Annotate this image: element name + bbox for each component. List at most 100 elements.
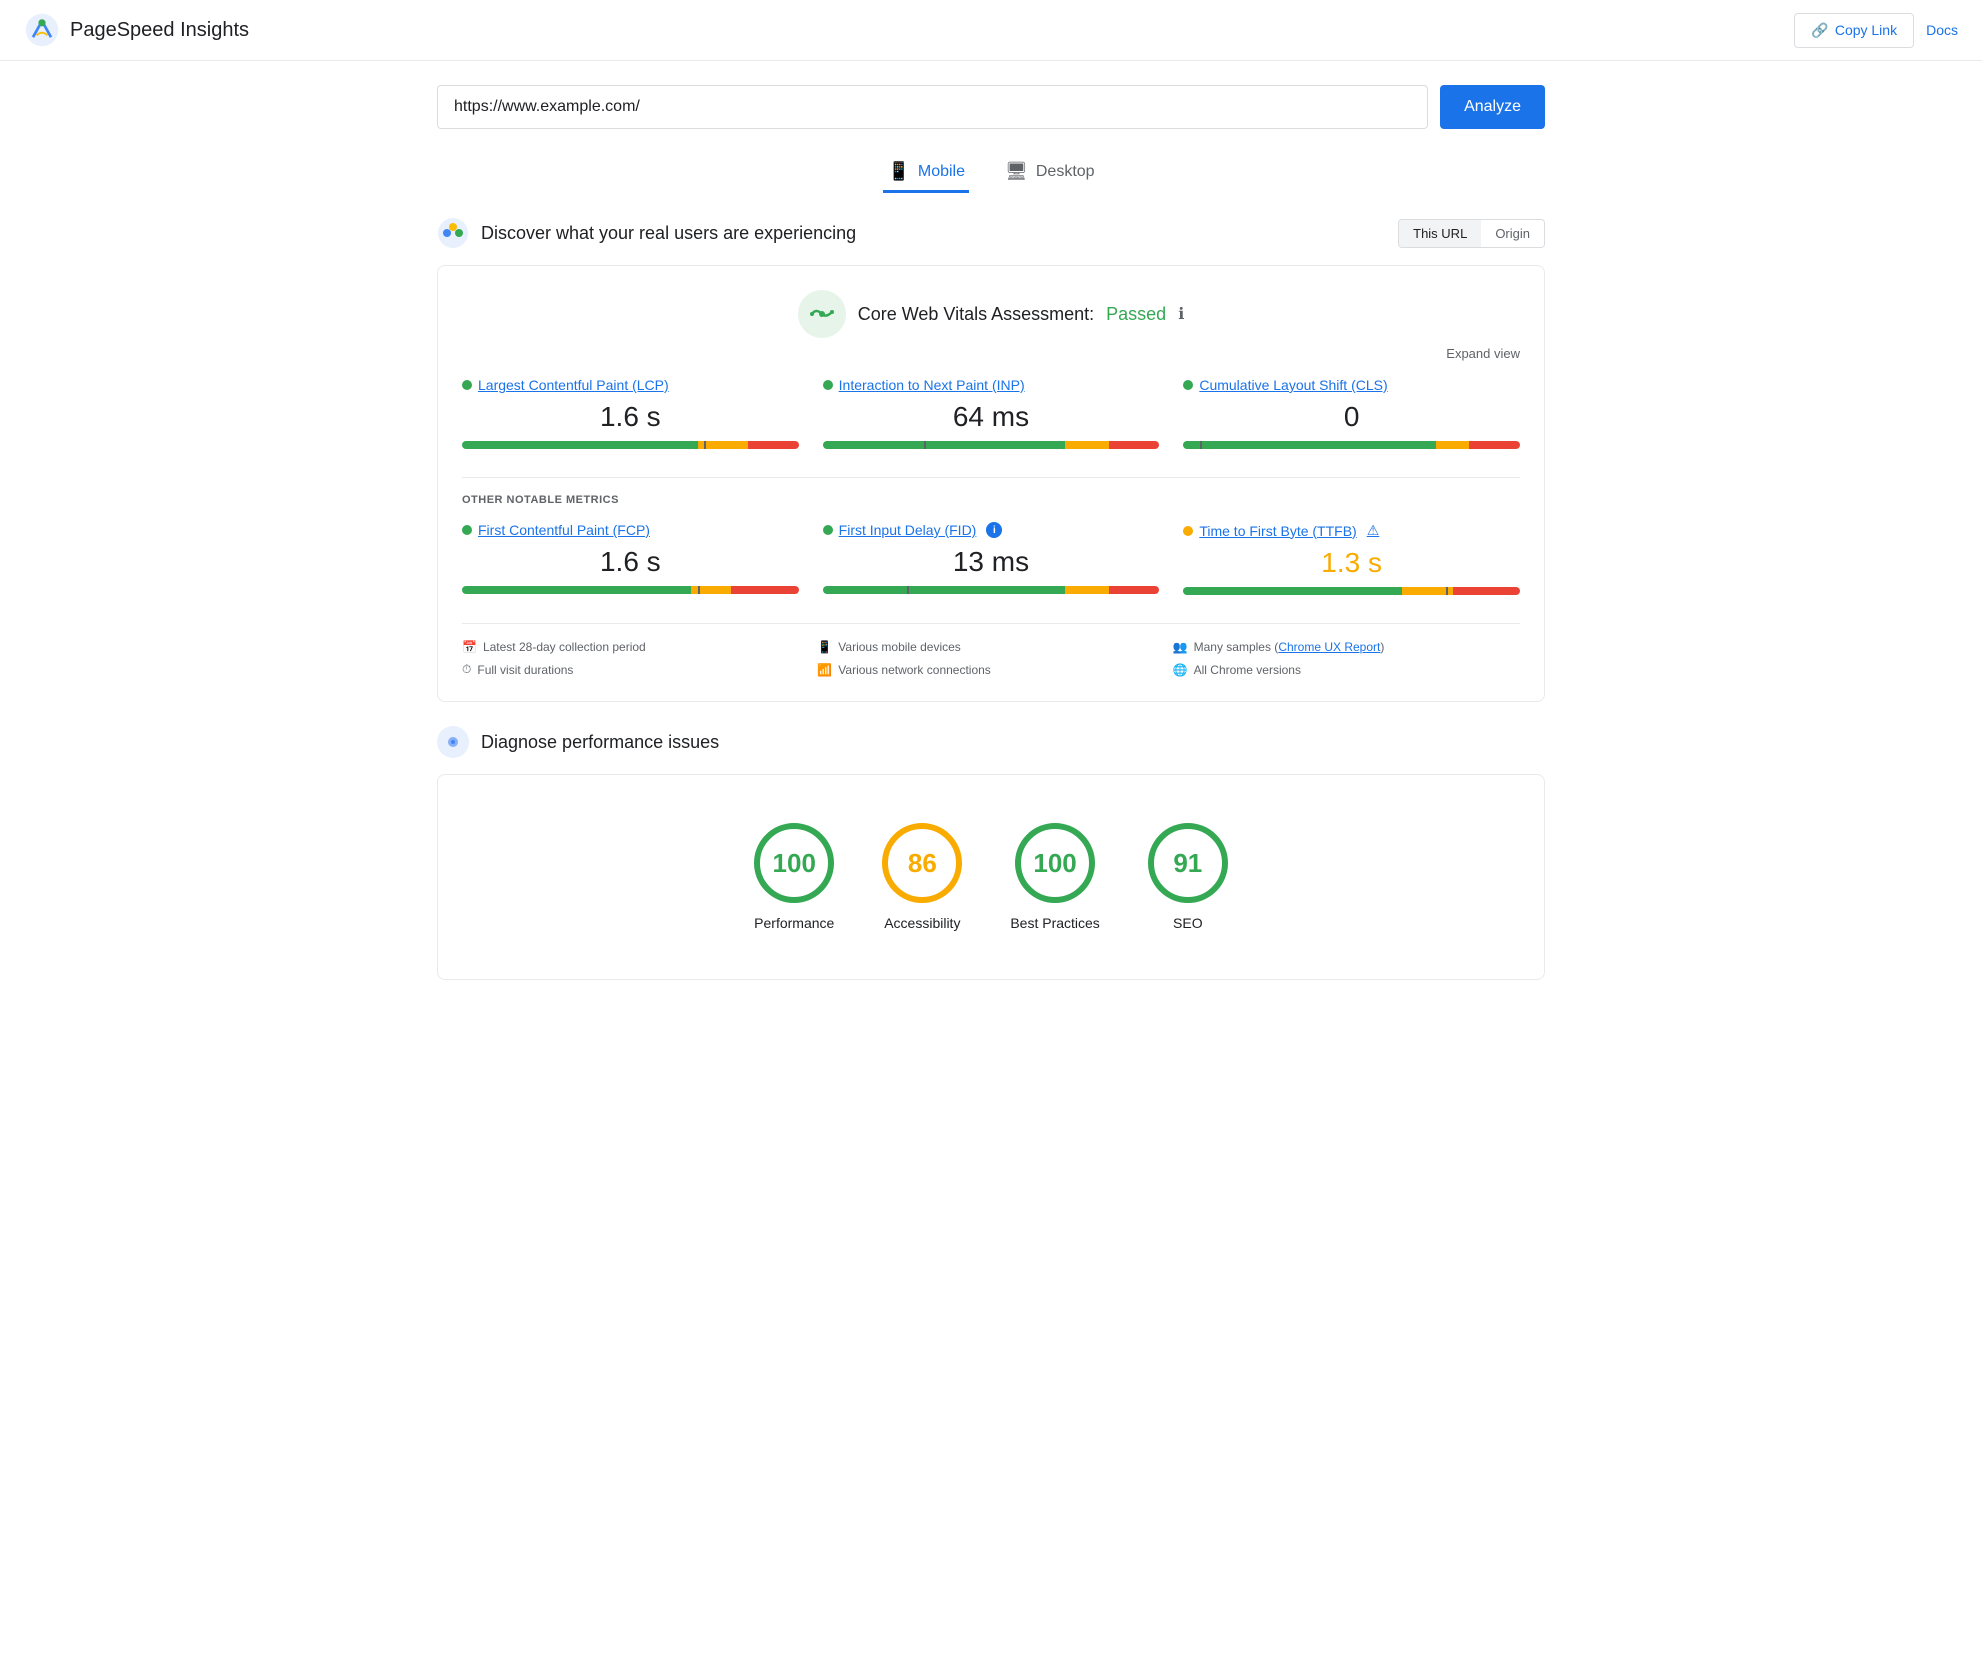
analyze-button[interactable]: Analyze [1440, 85, 1545, 129]
this-url-button[interactable]: This URL [1399, 220, 1481, 247]
cwv-metrics-grid: Largest Contentful Paint (LCP) 1.6 s Int… [462, 377, 1520, 453]
fid-label[interactable]: First Input Delay (FID) i [823, 522, 1160, 538]
fcp-label[interactable]: First Contentful Paint (FCP) [462, 522, 799, 538]
inp-label[interactable]: Interaction to Next Paint (INP) [823, 377, 1160, 393]
calendar-icon: 📅 [462, 640, 477, 654]
fid-status-dot [823, 525, 833, 535]
cls-metric: Cumulative Layout Shift (CLS) 0 [1183, 377, 1520, 453]
cls-marker [1200, 441, 1202, 449]
fid-metric: First Input Delay (FID) i 13 ms [823, 522, 1160, 599]
inp-bar-bg [823, 441, 1160, 449]
url-input[interactable] [437, 85, 1428, 129]
fid-bar [823, 586, 1160, 594]
crux-section-header: Discover what your real users are experi… [437, 217, 1545, 249]
inp-value: 64 ms [823, 401, 1160, 433]
fcp-value: 1.6 s [462, 546, 799, 578]
cwv-title: Core Web Vitals Assessment: [858, 304, 1094, 325]
best-practices-score-label: Best Practices [1010, 915, 1099, 931]
header-right: 🔗 Copy Link Docs [1794, 13, 1958, 48]
lcp-bar [462, 441, 799, 449]
ttfb-status-dot [1183, 526, 1193, 536]
scores-card: 100 Performance 86 Accessibility 100 Bes… [437, 774, 1545, 980]
mobile-device-icon: 📱 [817, 640, 832, 654]
footer-info-collection: 📅 Latest 28-day collection period [462, 640, 809, 654]
network-icon: 📶 [817, 663, 832, 677]
url-origin-toggle: This URL Origin [1398, 219, 1545, 248]
origin-button[interactable]: Origin [1481, 220, 1544, 247]
tab-mobile[interactable]: 📱 Mobile [883, 153, 969, 193]
footer-info-devices: 📱 Various mobile devices [817, 640, 1164, 654]
expand-view-link[interactable]: Expand view [462, 346, 1520, 361]
seo-score-circle: 91 [1148, 823, 1228, 903]
accessibility-score-circle: 86 [882, 823, 962, 903]
url-bar: Analyze [437, 85, 1545, 129]
other-metrics-section: OTHER NOTABLE METRICS First Contentful P… [462, 477, 1520, 599]
footer-info-visits: ⏱ Full visit durations [462, 662, 809, 677]
ttfb-marker [1446, 587, 1448, 595]
cwv-card: Core Web Vitals Assessment: Passed ℹ Exp… [437, 265, 1545, 702]
crux-title-area: Discover what your real users are experi… [437, 217, 856, 249]
fid-value: 13 ms [823, 546, 1160, 578]
lcp-marker [704, 441, 706, 449]
ttfb-value: 1.3 s [1183, 547, 1520, 579]
crux-section-title: Discover what your real users are experi… [481, 223, 856, 244]
crux-icon [437, 217, 469, 249]
performance-score-item: 100 Performance [754, 823, 834, 931]
fcp-marker [698, 586, 700, 594]
footer-info-chrome: 🌐 All Chrome versions [1173, 662, 1520, 677]
other-metrics-grid: First Contentful Paint (FCP) 1.6 s [462, 522, 1520, 599]
fcp-bar [462, 586, 799, 594]
clock-icon: ⏱ [462, 662, 471, 677]
diagnose-title: Diagnose performance issues [481, 732, 719, 753]
link-icon: 🔗 [1811, 22, 1828, 39]
header-left: PageSpeed Insights [24, 12, 249, 48]
seo-score-item: 91 SEO [1148, 823, 1228, 931]
copy-link-button[interactable]: 🔗 Copy Link [1794, 13, 1914, 48]
cwv-header: Core Web Vitals Assessment: Passed ℹ [462, 290, 1520, 338]
ttfb-metric: Time to First Byte (TTFB) ⚠ 1.3 s [1183, 522, 1520, 599]
lcp-value: 1.6 s [462, 401, 799, 433]
fcp-metric: First Contentful Paint (FCP) 1.6 s [462, 522, 799, 599]
main-content: Analyze 📱 Mobile 🖥 Desktop Discover what… [421, 61, 1561, 1028]
chrome-ux-report-link[interactable]: Chrome UX Report [1278, 640, 1380, 654]
ttfb-warning-icon: ⚠ [1367, 522, 1380, 539]
footer-info-network: 📶 Various network connections [817, 662, 1164, 677]
inp-bar [823, 441, 1160, 449]
diagnose-header: Diagnose performance issues [437, 726, 1545, 758]
tab-desktop[interactable]: 🖥 Desktop [1001, 153, 1099, 193]
lcp-bar-bg [462, 441, 799, 449]
footer-info-samples: 👥 Many samples (Chrome UX Report) [1173, 640, 1520, 654]
accessibility-score-label: Accessibility [884, 915, 960, 931]
fid-marker [907, 586, 909, 594]
lcp-metric: Largest Contentful Paint (LCP) 1.6 s [462, 377, 799, 453]
cls-label[interactable]: Cumulative Layout Shift (CLS) [1183, 377, 1520, 393]
fcp-status-dot [462, 525, 472, 535]
inp-status-dot [823, 380, 833, 390]
app-title: PageSpeed Insights [70, 19, 249, 42]
accessibility-score-item: 86 Accessibility [882, 823, 962, 931]
scores-grid: 100 Performance 86 Accessibility 100 Bes… [462, 799, 1520, 955]
cwv-status: Passed [1106, 304, 1166, 325]
ttfb-label[interactable]: Time to First Byte (TTFB) ⚠ [1183, 522, 1520, 539]
cls-status-dot [1183, 380, 1193, 390]
lcp-status-dot [462, 380, 472, 390]
footer-info-grid: 📅 Latest 28-day collection period 📱 Vari… [462, 623, 1520, 677]
chrome-icon: 🌐 [1173, 663, 1188, 677]
performance-score-circle: 100 [754, 823, 834, 903]
desktop-icon: 🖥 [1005, 161, 1028, 182]
fid-info-icon[interactable]: i [986, 522, 1002, 538]
inp-metric: Interaction to Next Paint (INP) 64 ms [823, 377, 1160, 453]
docs-link[interactable]: Docs [1926, 22, 1958, 38]
header: PageSpeed Insights 🔗 Copy Link Docs [0, 0, 1982, 61]
cwv-info-icon[interactable]: ℹ [1178, 304, 1184, 324]
mobile-icon: 📱 [887, 161, 909, 182]
lcp-label[interactable]: Largest Contentful Paint (LCP) [462, 377, 799, 393]
cls-bar [1183, 441, 1520, 449]
device-tabs: 📱 Mobile 🖥 Desktop [437, 153, 1545, 193]
cwv-icon [798, 290, 846, 338]
best-practices-score-circle: 100 [1015, 823, 1095, 903]
diagnose-icon [437, 726, 469, 758]
cls-value: 0 [1183, 401, 1520, 433]
performance-score-label: Performance [754, 915, 834, 931]
pagespeed-logo [24, 12, 60, 48]
